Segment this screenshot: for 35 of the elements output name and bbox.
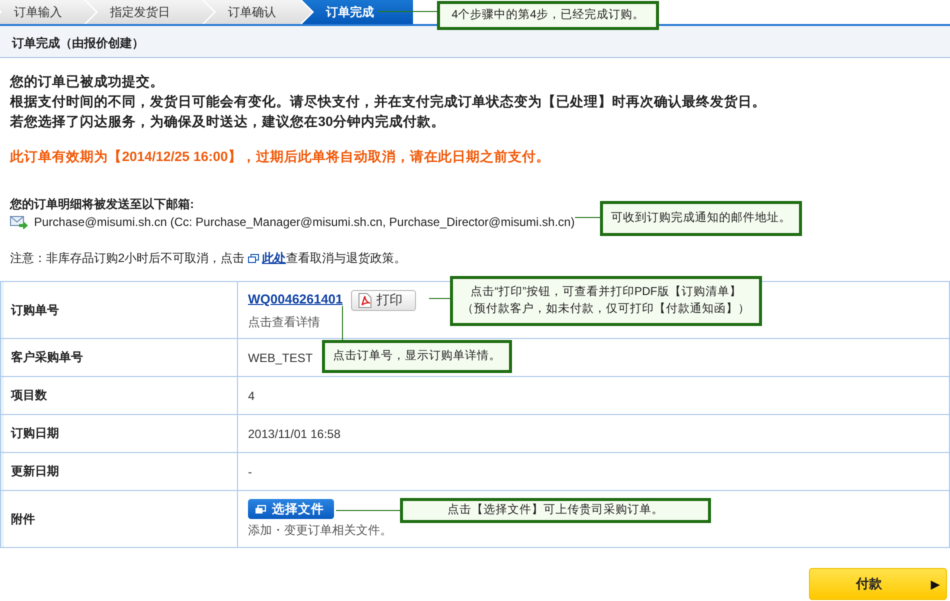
row-label: 更新日期 [0, 452, 238, 490]
notice-text: 注意：非库存品订购2小时后不可取消，点击 此处查看取消与退货政策。 [10, 250, 406, 267]
print-button[interactable]: 打印 [350, 290, 416, 310]
order-number-link[interactable]: WQ0046261401 [248, 291, 343, 306]
callout-text: 点击“打印”按钮，可查看并打印PDF版【订购清单】 [470, 284, 742, 300]
mail-icon [10, 215, 28, 229]
row-label: 订购单号 [0, 282, 238, 338]
choose-file-button[interactable]: 选择文件 [248, 499, 334, 519]
callout-text: 点击订单号，显示订购单详情。 [333, 348, 501, 364]
callout-text: 点击【选择文件】可上传贵司采购订单。 [448, 502, 664, 518]
message-text: 您的订单已被成功提交。 [10, 73, 164, 91]
window-icon [255, 504, 266, 514]
row-label: 附件 [0, 490, 238, 548]
row-label: 项目数 [0, 376, 238, 414]
row-value: 2013/11/01 16:58 [248, 426, 341, 440]
row-label: 客户采购单号 [0, 338, 238, 376]
pay-button[interactable]: 付款 ▶ [809, 568, 947, 600]
message-text: 若您选择了闪达服务，为确保及时送达，建议您在30分钟内完成付款。 [10, 113, 446, 131]
row-value: - [248, 464, 252, 478]
pdf-icon [358, 292, 372, 308]
page-title: 订单完成（由报价创建） [12, 35, 144, 52]
hint-text: 添加・变更订单相关文件。 [248, 522, 392, 539]
callout-text: 可收到订购完成通知的邮件地址。 [611, 210, 791, 226]
policy-link[interactable]: 此处 [262, 251, 286, 265]
row-label: 订购日期 [0, 414, 238, 452]
email-heading: 您的订单明细将被发送至以下邮箱: [10, 196, 194, 213]
window-icon [248, 254, 260, 263]
message-text: 根据支付时间的不同，发货日可能会有变化。请尽快支付，并在支付完成订单状态变为【已处理】时再次确认最终发货日。 [10, 93, 766, 111]
row-value: WEB_TEST [248, 350, 313, 364]
row-value: 4 [248, 388, 255, 402]
callout-text: （预付款客户，如未付款，仅可打印【付款通知函】） [462, 301, 750, 317]
email-addresses: Purchase@misumi.sh.cn (Cc: Purchase_Manager@misumi.sh.cn, Purchase_Director@misumi.sh.cn) [34, 215, 575, 229]
hint-text: 点击查看详情 [248, 314, 320, 330]
deadline-text: 此订单有效期为【2014/12/25 16:00】，过期后此单将自动取消，请在此日期之前支付。 [10, 148, 550, 166]
callout-text: 4个步骤中的第4步，已经完成订购。 [452, 7, 644, 23]
